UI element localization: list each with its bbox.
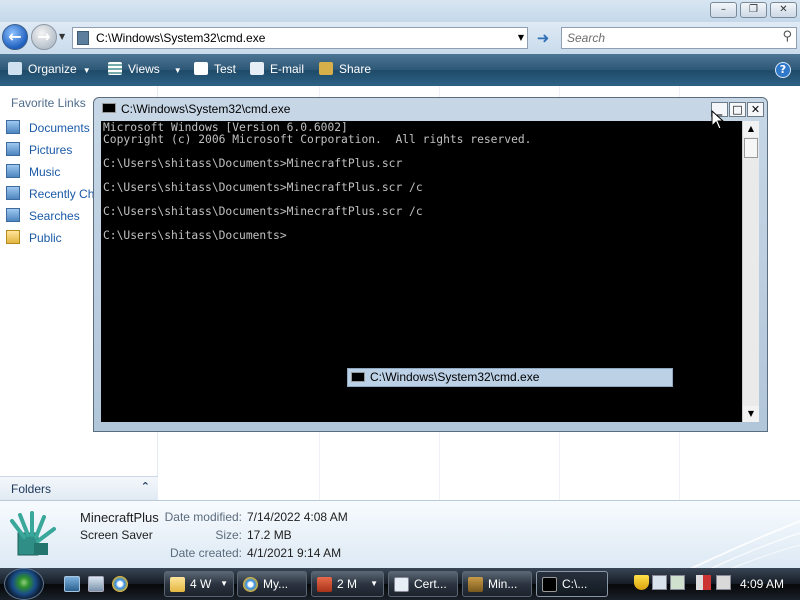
console-close-button[interactable]: ✕ xyxy=(747,102,764,117)
system-clock[interactable]: 4:09 AM xyxy=(740,577,784,591)
console-line: C:\Users\shitass\Documents>MinecraftPlus… xyxy=(103,181,423,194)
documents-icon xyxy=(6,120,20,134)
nav-item-pictures[interactable]: Pictures xyxy=(6,142,72,160)
recently-changed-icon xyxy=(6,186,20,200)
folders-label: Folders xyxy=(11,482,52,496)
nav-item-searches[interactable]: Searches xyxy=(6,208,80,226)
taskbar-button-cmd[interactable]: C:\... xyxy=(536,571,608,597)
cmd-icon xyxy=(102,103,116,113)
console-title: C:\Windows\System32\cmd.exe xyxy=(102,102,290,116)
console-line: C:\Users\shitass\Documents>MinecraftPlus… xyxy=(103,157,403,170)
taskbar-button-ie[interactable]: My... xyxy=(237,571,307,597)
date-created-label: Date created: xyxy=(169,546,242,560)
date-created-value: 4/1/2021 9:14 AM xyxy=(247,546,342,560)
back-arrow-icon: ← xyxy=(8,27,22,46)
document-icon xyxy=(194,62,208,75)
nav-item-public[interactable]: Public xyxy=(6,230,62,248)
cmd-icon xyxy=(542,577,557,592)
views-icon xyxy=(108,62,122,75)
back-button[interactable]: ← xyxy=(2,24,28,50)
size-value: 17.2 MB xyxy=(247,528,292,542)
screen-saver-file-icon xyxy=(10,511,56,556)
organize-icon xyxy=(8,62,22,75)
decorative-swoosh xyxy=(689,520,800,568)
folders-toggle[interactable]: Folders ⌃ xyxy=(0,476,158,500)
file-icon xyxy=(77,31,89,45)
public-folder-icon xyxy=(6,230,20,244)
folder-icon xyxy=(170,577,185,592)
organize-button[interactable]: Organize ▼ xyxy=(8,62,91,76)
history-dropdown-icon[interactable]: ▼ xyxy=(59,32,65,41)
go-button[interactable]: ➜ xyxy=(532,27,554,49)
cmd-icon xyxy=(351,372,365,382)
search-icon[interactable]: ⚲ xyxy=(782,29,792,44)
pictures-icon xyxy=(6,142,20,156)
show-desktop-icon[interactable] xyxy=(64,576,80,592)
test-button[interactable]: Test xyxy=(194,62,236,76)
address-row: ← → ▼ C:\Windows\System32\cmd.exe ▼ ➜ Se… xyxy=(0,22,800,54)
toolbox-icon xyxy=(317,577,332,592)
searches-icon xyxy=(6,208,20,222)
switch-windows-icon[interactable] xyxy=(88,576,104,592)
restore-button[interactable]: ❐ xyxy=(740,2,767,18)
console-maximize-button[interactable]: □ xyxy=(729,102,746,117)
mouse-cursor-icon xyxy=(711,110,725,130)
close-button[interactable]: ✕ xyxy=(770,2,797,18)
email-icon xyxy=(250,62,264,75)
minimize-button[interactable]: – xyxy=(710,2,737,18)
network-icon[interactable] xyxy=(652,575,667,590)
size-label: Size: xyxy=(215,528,242,542)
taskbar-button-certificate[interactable]: Cert... xyxy=(388,571,458,597)
chevron-down-icon: ▼ xyxy=(370,579,378,588)
taskbar-button-toolbox[interactable]: 2 M ▼ xyxy=(311,571,384,597)
console-scrollbar[interactable]: ▲ ▼ xyxy=(742,121,759,422)
flag-icon[interactable] xyxy=(670,575,685,590)
start-orb-button[interactable] xyxy=(4,568,44,600)
scroll-down-icon[interactable]: ▼ xyxy=(743,406,759,422)
console-prompt: C:\Users\shitass\Documents> xyxy=(103,229,287,242)
console-line: C:\Users\shitass\Documents>MinecraftPlus… xyxy=(103,205,423,218)
email-button[interactable]: E-mail xyxy=(250,62,304,76)
scroll-thumb[interactable] xyxy=(744,138,758,158)
address-dropdown-icon[interactable]: ▼ xyxy=(518,33,524,42)
security-shield-icon[interactable] xyxy=(634,575,649,590)
share-button[interactable]: Share xyxy=(319,62,371,76)
ie-icon xyxy=(243,577,258,592)
taskbar-button-explorer[interactable]: 4 W ▼ xyxy=(164,571,234,597)
power-icon[interactable] xyxy=(716,575,731,590)
details-pane: MinecraftPlus Screen Saver Date modified… xyxy=(0,500,800,568)
forward-button[interactable]: → xyxy=(31,24,57,50)
taskbar: 4 W ▼ My... 2 M ▼ Cert... Min... C:\... … xyxy=(0,568,800,600)
console-line: Copyright (c) 2006 Microsoft Corporation… xyxy=(103,133,532,146)
views-button[interactable]: Views ▼ xyxy=(108,62,182,76)
taskbar-button-minecraft[interactable]: Min... xyxy=(462,571,532,597)
scroll-up-icon[interactable]: ▲ xyxy=(743,121,759,137)
favorite-links-header: Favorite Links xyxy=(11,96,86,110)
search-input[interactable]: Search ⚲ xyxy=(561,27,797,49)
volume-muted-icon[interactable] xyxy=(696,575,711,590)
nav-item-documents[interactable]: Documents xyxy=(6,120,90,138)
chevron-down-icon: ▼ xyxy=(220,579,228,588)
music-icon xyxy=(6,164,20,178)
share-icon xyxy=(319,62,333,75)
help-button[interactable]: ? xyxy=(775,62,791,78)
search-placeholder: Search xyxy=(567,31,606,45)
window-icon xyxy=(394,577,409,592)
minecraft-icon xyxy=(468,577,483,592)
window-tooltip: C:\Windows\System32\cmd.exe xyxy=(347,368,673,387)
address-text[interactable]: C:\Windows\System32\cmd.exe xyxy=(96,31,265,45)
explorer-titlebar: – ❐ ✕ xyxy=(0,0,800,22)
nav-item-music[interactable]: Music xyxy=(6,164,60,182)
command-bar: Organize ▼ Views ▼ Test E-mail Share xyxy=(0,54,800,86)
address-bar[interactable]: C:\Windows\System32\cmd.exe ▼ xyxy=(72,27,528,49)
ie-icon[interactable] xyxy=(112,576,128,592)
chevron-up-icon: ⌃ xyxy=(140,480,150,493)
forward-arrow-icon: → xyxy=(37,27,51,46)
date-modified-value: 7/14/2022 4:08 AM xyxy=(247,510,348,524)
date-modified-label: Date modified: xyxy=(164,510,242,524)
nav-item-recently-changed[interactable]: Recently Ch xyxy=(6,186,94,204)
